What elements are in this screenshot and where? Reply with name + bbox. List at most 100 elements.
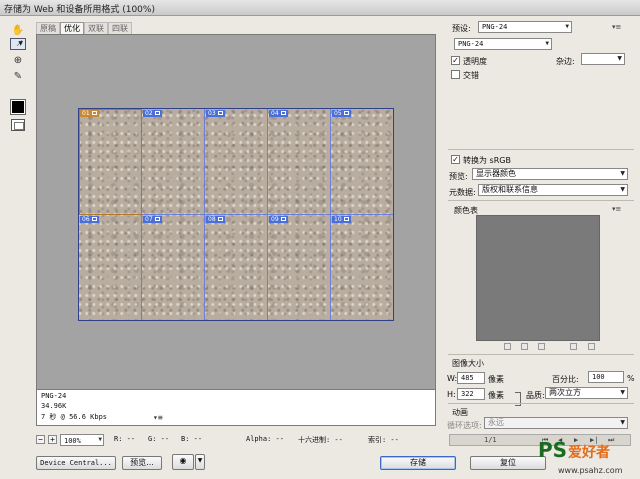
hand-tool-icon[interactable]: ✋ (10, 24, 26, 38)
slice-type-icon (217, 217, 223, 221)
window-titlebar: 存储为 Web 和设备所用格式 (100%) (0, 0, 640, 16)
divider (448, 200, 634, 201)
loop-select[interactable]: 永远 (484, 417, 628, 429)
new-color-icon[interactable] (570, 343, 577, 350)
tab-4-up[interactable]: 四联 (108, 22, 132, 34)
watermark-cn: 爱好者 (568, 445, 610, 461)
device-central-button[interactable]: Device Central... (36, 456, 116, 470)
height-unit: 像素 (488, 391, 504, 400)
metadata-label: 元数据: (449, 188, 476, 197)
zoom-select[interactable]: 100% (60, 434, 104, 446)
eyedropper-tool-icon[interactable]: ✎ (10, 70, 26, 84)
info-format: PNG-24 (41, 392, 67, 400)
metadata-select[interactable]: 版权和联系信息 (478, 184, 628, 196)
delete-color-icon[interactable] (588, 343, 595, 350)
optimization-info: PNG-24 34.96K 7 秒 @ 56.6 Kbps ▾≡ (36, 390, 436, 426)
slice-type-icon (154, 111, 160, 115)
height-field[interactable]: 322 (457, 388, 485, 400)
browser-icon[interactable]: ◉ (172, 454, 194, 470)
zoom-out-button[interactable]: − (36, 435, 45, 444)
info-menu-icon[interactable]: ▾≡ (153, 413, 163, 422)
preview-select[interactable]: 显示器颜色 (472, 168, 628, 180)
slice-tag[interactable]: 07 (143, 216, 162, 223)
window-title: 存储为 Web 和设备所用格式 (100%) (4, 5, 155, 15)
slice-tag[interactable]: 04 (269, 110, 288, 117)
status-g: G: -- (148, 435, 170, 443)
preview-canvas[interactable]: 01 02 03 04 05 06 07 08 09 10 (36, 34, 436, 390)
divider (448, 149, 634, 150)
slice-tag[interactable]: 08 (206, 216, 225, 223)
tab-original[interactable]: 原稿 (36, 22, 60, 34)
browser-dropdown-icon[interactable]: ▼ (195, 454, 205, 470)
interlace-checkbox[interactable] (451, 70, 460, 79)
slice-type-icon (217, 111, 223, 115)
height-label: H: (447, 390, 456, 399)
lock-color-icon[interactable] (538, 343, 545, 350)
preview-button[interactable]: 预览... (122, 456, 162, 470)
preset-select[interactable]: PNG-24 (478, 21, 572, 33)
convert-srgb-label: 转换为 sRGB (463, 156, 511, 165)
slice-type-icon (343, 111, 349, 115)
slice-type-icon (280, 217, 286, 221)
slice-tag[interactable]: 02 (143, 110, 162, 117)
status-hex: 十六进制: -- (298, 436, 343, 444)
format-select[interactable]: PNG-24 (454, 38, 552, 50)
color-table-title: 颜色表 (454, 206, 478, 215)
image-preview[interactable]: 01 02 03 04 05 06 07 08 09 10 (78, 108, 394, 321)
color-table[interactable] (476, 215, 600, 341)
watermark-url: www.psahz.com (558, 466, 623, 475)
percent-unit: % (627, 374, 635, 383)
slice-tag[interactable]: 03 (206, 110, 225, 117)
width-label: W: (447, 374, 458, 383)
image-size-title: 图像大小 (452, 359, 484, 368)
matte-select[interactable] (581, 53, 625, 65)
status-index: 索引: -- (368, 436, 399, 444)
status-alpha: Alpha: -- (246, 435, 284, 443)
settings-panel: 预设: PNG-24 ▾≡ PNG-24 ✓ 透明度 杂边: 交错 ✓ 转换为 … (442, 16, 640, 479)
divider (448, 354, 634, 355)
percent-field[interactable]: 100 (588, 371, 624, 383)
zoom-tool-icon[interactable]: ⊕ (10, 54, 26, 68)
selected-slice-outline[interactable] (79, 109, 142, 215)
tab-2-up[interactable]: 双联 (84, 22, 108, 34)
status-b: B: -- (181, 435, 203, 443)
status-r: R: -- (114, 435, 136, 443)
toggle-slices-visibility-icon[interactable] (11, 119, 25, 131)
slice-type-icon (91, 111, 97, 115)
slice-tag[interactable]: 10 (332, 216, 351, 223)
info-size: 34.96K (41, 402, 67, 410)
panel-menu-icon[interactable]: ▾≡ (612, 23, 621, 31)
info-download-time: 7 秒 @ 56.6 Kbps (41, 413, 108, 421)
slice-select-tool-icon[interactable]: ⟋ (10, 38, 26, 50)
matte-label: 杂边: (556, 57, 575, 66)
preset-label: 预设: (452, 24, 471, 33)
status-bar: − + 100% R: -- G: -- B: -- Alpha: -- 十六进… (36, 434, 436, 448)
width-field[interactable]: 485 (457, 372, 485, 384)
tab-optimized[interactable]: 优化 (60, 22, 84, 34)
transparency-checkbox[interactable]: ✓ (451, 56, 460, 65)
slice-tag[interactable]: 01 (80, 110, 99, 117)
percent-label: 百分比: (552, 375, 579, 384)
loop-label: 循环选项: (447, 421, 482, 430)
slice-tag[interactable]: 05 (332, 110, 351, 117)
color-table-menu-icon[interactable]: ▾≡ (612, 205, 621, 213)
slice-tag[interactable]: 06 (80, 216, 99, 223)
web-shift-icon[interactable] (521, 343, 528, 350)
divider (448, 403, 634, 404)
map-transparent-icon[interactable] (504, 343, 511, 350)
frame-counter: 1/1 (484, 436, 497, 444)
watermark-ps: PS (538, 438, 568, 462)
quality-select[interactable]: 两次立方 (545, 387, 628, 399)
animation-title: 动画 (452, 408, 468, 417)
eyedropper-color-swatch[interactable] (10, 99, 26, 115)
transparency-label: 透明度 (463, 57, 487, 66)
tool-column: ✋ ⟋ ⊕ ✎ (0, 16, 30, 479)
width-unit: 像素 (488, 375, 504, 384)
slice-tag[interactable]: 09 (269, 216, 288, 223)
preview-label: 预览: (449, 172, 468, 181)
interlace-label: 交错 (463, 71, 479, 80)
slice-type-icon (280, 111, 286, 115)
convert-srgb-checkbox[interactable]: ✓ (451, 155, 460, 164)
quality-label: 品质: (526, 391, 545, 400)
zoom-in-button[interactable]: + (48, 435, 57, 444)
